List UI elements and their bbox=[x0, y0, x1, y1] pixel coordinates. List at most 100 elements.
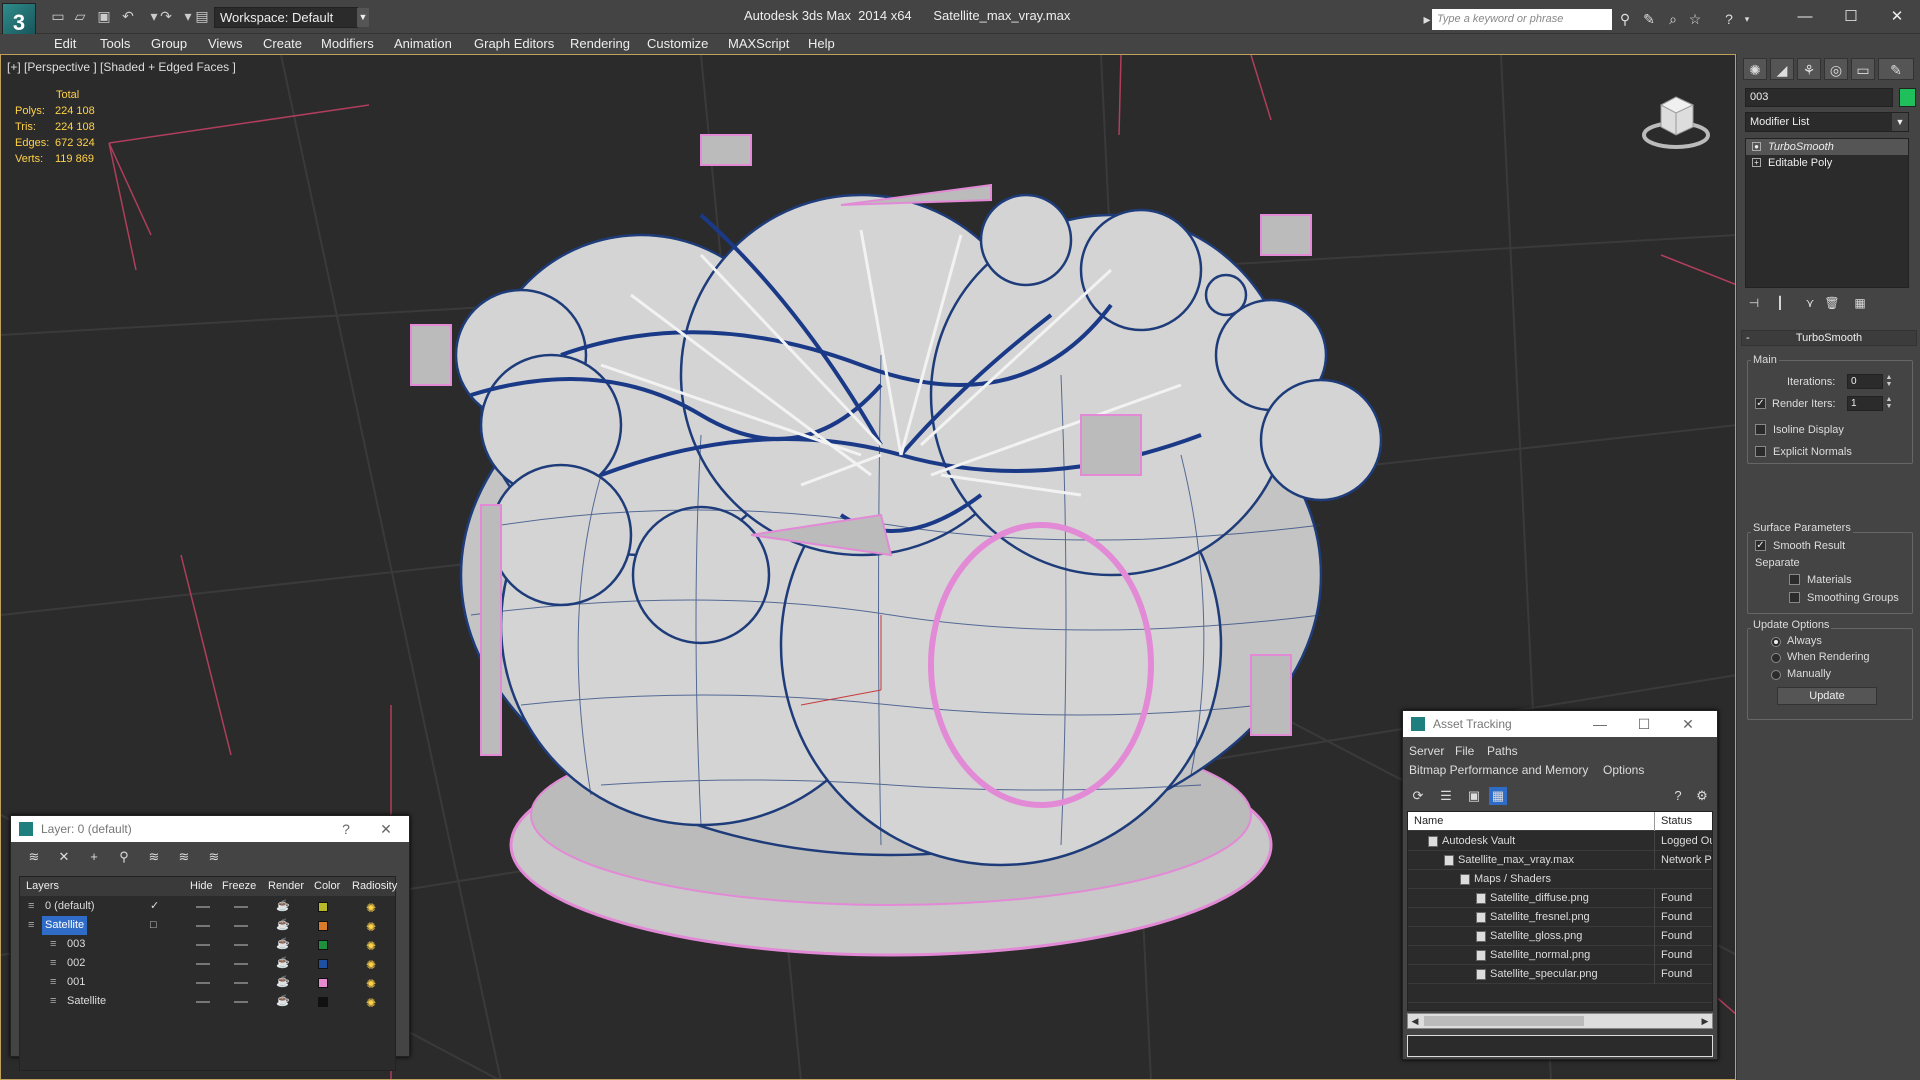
communication-icon[interactable]: ⌕ bbox=[1664, 10, 1682, 28]
menu-views[interactable]: Views bbox=[208, 34, 242, 54]
menu-graph-editors[interactable]: Graph Editors bbox=[474, 34, 554, 54]
layer-row[interactable]: ≡ Satellite □ ☕ ✺ bbox=[20, 916, 395, 935]
materials-checkbox[interactable] bbox=[1789, 574, 1800, 585]
menu-group[interactable]: Group bbox=[151, 34, 187, 54]
radiosity-lightbulb-icon[interactable]: ✺ bbox=[364, 994, 378, 1010]
layer-panel-header[interactable]: Layer: 0 (default) ? ✕ bbox=[11, 816, 409, 842]
scroll-left-icon[interactable]: ◀ bbox=[1408, 1014, 1422, 1028]
minimize-button[interactable]: — bbox=[1782, 6, 1828, 28]
render-iters-checkbox[interactable]: ✓ bbox=[1755, 398, 1766, 409]
add-to-layer-icon[interactable]: + bbox=[85, 848, 103, 866]
open-file-icon[interactable]: ▱ bbox=[72, 8, 88, 24]
list-view-icon[interactable]: ☰ bbox=[1437, 787, 1455, 805]
help-icon[interactable]: ? bbox=[1669, 787, 1687, 805]
highlight-layer-icon[interactable]: ≋ bbox=[145, 848, 163, 866]
hide-toggle[interactable] bbox=[196, 925, 210, 927]
menu-animation[interactable]: Animation bbox=[394, 34, 452, 54]
radiosity-lightbulb-icon[interactable]: ✺ bbox=[364, 918, 378, 934]
col-render[interactable]: Render bbox=[268, 877, 304, 896]
menu-bitmap-performance[interactable]: Bitmap Performance and Memory bbox=[1409, 763, 1588, 777]
asset-row[interactable]: Satellite_diffuse.png Found bbox=[1408, 889, 1712, 908]
redo-icon[interactable]: ↷ bbox=[158, 8, 174, 24]
always-radio[interactable] bbox=[1771, 637, 1781, 647]
asset-row[interactable]: Satellite_gloss.png Found bbox=[1408, 927, 1712, 946]
layer-name[interactable]: 0 (default) bbox=[42, 897, 98, 916]
turbosmooth-rollout-header[interactable]: - TurboSmooth bbox=[1741, 330, 1917, 346]
select-in-layer-icon[interactable]: ⚲ bbox=[115, 848, 133, 866]
menu-paths[interactable]: Paths bbox=[1487, 744, 1518, 758]
radiosity-lightbulb-icon[interactable]: ✺ bbox=[364, 937, 378, 953]
teapot-icon[interactable]: ☕ bbox=[276, 916, 290, 935]
when-rendering-radio[interactable] bbox=[1771, 653, 1781, 663]
object-color-swatch[interactable] bbox=[1899, 88, 1916, 107]
teapot-icon[interactable]: ☕ bbox=[276, 992, 290, 1011]
menu-create[interactable]: Create bbox=[263, 34, 302, 54]
layer-row[interactable]: ≡ 002 ☕ ✺ bbox=[20, 954, 395, 973]
teapot-icon[interactable]: ☕ bbox=[276, 973, 290, 992]
layer-name[interactable]: 003 bbox=[64, 935, 88, 954]
col-hide[interactable]: Hide bbox=[190, 877, 213, 896]
freeze-toggle[interactable] bbox=[234, 1001, 248, 1003]
new-file-icon[interactable]: ▭ bbox=[50, 8, 66, 24]
project-folder-icon[interactable]: ▤ bbox=[194, 8, 210, 24]
asset-row[interactable]: Satellite_normal.png Found bbox=[1408, 946, 1712, 965]
asset-row[interactable]: Satellite_specular.png Found bbox=[1408, 965, 1712, 984]
radiosity-lightbulb-icon[interactable]: ✺ bbox=[364, 899, 378, 915]
help-icon[interactable]: ? bbox=[331, 816, 361, 842]
save-file-icon[interactable]: ▣ bbox=[96, 8, 112, 24]
delete-layer-icon[interactable]: ✕ bbox=[55, 848, 73, 866]
favorites-star-icon[interactable]: ☆ bbox=[1686, 10, 1704, 28]
hide-toggle[interactable] bbox=[196, 982, 210, 984]
col-color[interactable]: Color bbox=[314, 877, 340, 896]
hide-toggle[interactable] bbox=[196, 906, 210, 908]
freeze-toggle[interactable] bbox=[234, 906, 248, 908]
scroll-right-icon[interactable]: ▶ bbox=[1698, 1014, 1712, 1028]
chevron-down-icon[interactable]: ▼ bbox=[1892, 113, 1908, 131]
freeze-toggle[interactable] bbox=[234, 944, 248, 946]
close-button[interactable]: ✕ bbox=[1874, 6, 1920, 28]
stack-item-editable-poly[interactable]: + Editable Poly bbox=[1746, 155, 1908, 171]
asset-row[interactable]: Autodesk Vault Logged Ou bbox=[1408, 832, 1712, 851]
freeze-all-layers-icon[interactable]: ≋ bbox=[205, 848, 223, 866]
render-iters-spinner[interactable]: ▲ ▼ bbox=[1885, 396, 1893, 411]
maximize-icon[interactable]: ☐ bbox=[1629, 711, 1659, 737]
layer-row[interactable]: ≡ 003 ☕ ✺ bbox=[20, 935, 395, 954]
smooth-result-checkbox[interactable]: ✓ bbox=[1755, 540, 1766, 551]
refresh-icon[interactable]: ⟳ bbox=[1409, 787, 1427, 805]
update-button[interactable]: Update bbox=[1777, 687, 1877, 705]
layer-color-swatch[interactable] bbox=[318, 940, 328, 950]
asset-path-field[interactable] bbox=[1407, 1035, 1713, 1057]
hide-toggle[interactable] bbox=[196, 1001, 210, 1003]
teapot-icon[interactable]: ☕ bbox=[276, 897, 290, 916]
scrollbar-thumb[interactable] bbox=[1424, 1016, 1584, 1026]
close-icon[interactable]: ✕ bbox=[1673, 711, 1703, 737]
menu-edit[interactable]: Edit bbox=[54, 34, 76, 54]
pin-stack-icon[interactable]: ⊣ bbox=[1745, 294, 1763, 312]
teapot-icon[interactable]: ☕ bbox=[276, 954, 290, 973]
layer-color-swatch[interactable] bbox=[318, 959, 328, 969]
layer-color-swatch[interactable] bbox=[318, 921, 328, 931]
show-end-result-icon[interactable]: ┃ bbox=[1771, 294, 1789, 312]
menu-options[interactable]: Options bbox=[1603, 763, 1644, 777]
hide-toggle[interactable] bbox=[196, 944, 210, 946]
freeze-toggle[interactable] bbox=[234, 982, 248, 984]
modify-tab-icon[interactable]: ◢ bbox=[1770, 58, 1794, 80]
stack-item-turbosmooth[interactable]: ● TurboSmooth bbox=[1746, 139, 1908, 155]
table-view-icon[interactable]: ▦ bbox=[1489, 787, 1507, 805]
create-tab-icon[interactable]: ✺ bbox=[1743, 58, 1767, 80]
layer-color-swatch[interactable] bbox=[318, 902, 328, 912]
layer-color-swatch[interactable] bbox=[318, 997, 328, 1007]
close-icon[interactable]: ✕ bbox=[371, 816, 401, 842]
col-radiosity[interactable]: Radiosity bbox=[352, 877, 397, 896]
subscription-icon[interactable]: ✎ bbox=[1640, 10, 1658, 28]
create-layer-icon[interactable]: ≋ bbox=[25, 848, 43, 866]
lightbulb-icon[interactable]: ● bbox=[1752, 142, 1761, 151]
configure-modifier-sets-icon[interactable]: ▦ bbox=[1851, 294, 1869, 312]
freeze-toggle[interactable] bbox=[234, 925, 248, 927]
minimize-icon[interactable]: — bbox=[1585, 711, 1615, 737]
menu-help[interactable]: Help bbox=[808, 34, 835, 54]
chevron-down-icon[interactable]: ▼ bbox=[357, 8, 369, 27]
maximize-button[interactable]: ☐ bbox=[1828, 6, 1874, 28]
menu-server[interactable]: Server bbox=[1409, 744, 1444, 758]
radiosity-lightbulb-icon[interactable]: ✺ bbox=[364, 975, 378, 991]
